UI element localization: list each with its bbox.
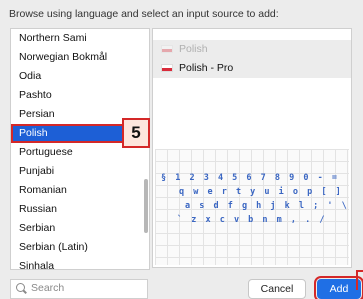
instruction-text: Browse using language and select an inpu… bbox=[9, 8, 279, 20]
language-item[interactable]: Pashto bbox=[11, 86, 143, 105]
language-item[interactable]: Russian bbox=[11, 200, 143, 219]
keyboard-row: ` z x c v b n m , . / bbox=[177, 215, 327, 225]
source-item-polish-pro[interactable]: Polish - Pro bbox=[153, 59, 351, 78]
highlight-marker bbox=[356, 270, 363, 290]
language-item[interactable]: Northern Sami bbox=[11, 29, 143, 48]
language-item[interactable]: Serbian (Latin) bbox=[11, 238, 143, 257]
search-placeholder: Search bbox=[31, 282, 65, 294]
keyboard-row: a s d f g h j k l ; ' \ bbox=[185, 201, 349, 211]
language-item[interactable]: Odia bbox=[11, 67, 143, 86]
step-badge: 5 bbox=[122, 118, 150, 148]
source-header-label: Polish bbox=[179, 43, 208, 55]
language-list[interactable]: Northern Sami Norwegian Bokmål Odia Pash… bbox=[10, 28, 150, 270]
keyboard-layout-preview: § 1 2 3 4 5 6 7 8 9 0 - = q w e r t y u … bbox=[155, 149, 349, 265]
add-button[interactable]: Add bbox=[314, 276, 363, 299]
language-item[interactable]: Punjabi bbox=[11, 162, 143, 181]
keyboard-row: q w e r t y u i o p [ ] bbox=[179, 187, 343, 197]
polish-flag-icon bbox=[161, 45, 173, 53]
scrollbar-thumb[interactable] bbox=[144, 179, 148, 233]
language-item[interactable]: Romanian bbox=[11, 181, 143, 200]
source-item-label: Polish - Pro bbox=[179, 62, 234, 74]
search-icon bbox=[16, 283, 25, 292]
polish-flag-icon bbox=[161, 64, 173, 72]
language-item[interactable]: Sinhala bbox=[11, 257, 143, 269]
source-header: Polish bbox=[153, 40, 351, 59]
keyboard-row: § 1 2 3 4 5 6 7 8 9 0 - = bbox=[161, 173, 339, 183]
cancel-button[interactable]: Cancel bbox=[248, 279, 306, 299]
language-item[interactable]: Norwegian Bokmål bbox=[11, 48, 143, 67]
search-field[interactable]: Search bbox=[10, 279, 148, 299]
language-item[interactable]: Serbian bbox=[11, 219, 143, 238]
